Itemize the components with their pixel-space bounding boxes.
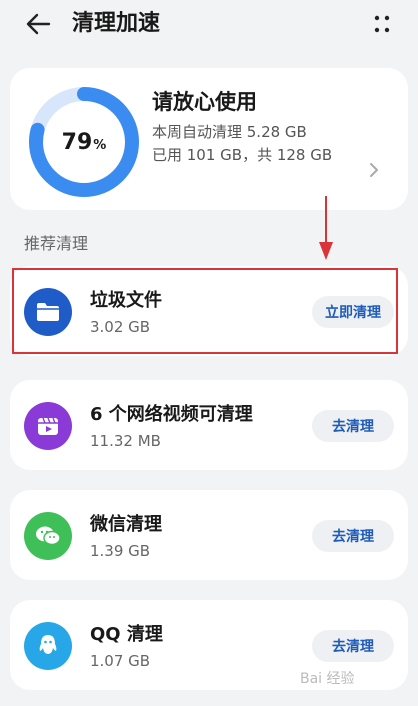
summary-title: 请放心使用 <box>152 90 257 114</box>
list-item-junk-files[interactable]: 垃圾文件 3.02 GB 立即清理 <box>10 266 408 356</box>
back-button[interactable] <box>20 8 56 40</box>
item-size: 1.39 GB <box>90 542 151 560</box>
item-size: 1.07 GB <box>90 652 151 670</box>
list-item-wechat[interactable]: 微信清理 1.39 GB 去清理 <box>10 490 408 580</box>
storage-summary-card[interactable]: 79% 请放心使用 本周自动清理 5.28 GB 已用 101 GB，共 128… <box>10 68 408 210</box>
watermark: Bai 经验 <box>300 671 355 687</box>
item-title: 垃圾文件 <box>90 290 162 311</box>
item-title: QQ 清理 <box>90 624 163 645</box>
storage-gauge: 79% <box>26 84 142 200</box>
gauge-percent-value: 79 <box>61 129 93 155</box>
item-title: 微信清理 <box>90 514 162 535</box>
more-button[interactable] <box>364 8 400 40</box>
gauge-percent: 79% <box>26 84 142 200</box>
storage-used-text: 已用 101 GB，共 128 GB <box>152 146 333 164</box>
weekly-cleaned-text: 本周自动清理 5.28 GB <box>152 123 307 141</box>
go-clean-button[interactable]: 去清理 <box>312 410 394 442</box>
page-title: 清理加速 <box>72 11 161 36</box>
clean-now-button[interactable]: 立即清理 <box>312 296 394 328</box>
item-size: 3.02 GB <box>90 318 151 336</box>
chevron-right-icon <box>370 163 378 177</box>
go-clean-button[interactable]: 去清理 <box>312 520 394 552</box>
list-item-web-videos[interactable]: 6 个网络视频可清理 11.32 MB 去清理 <box>10 380 408 470</box>
item-title: 6 个网络视频可清理 <box>90 404 253 425</box>
more-dots-icon <box>374 15 390 33</box>
section-title: 推荐清理 <box>24 234 89 253</box>
arrow-left-icon <box>26 13 51 35</box>
item-size: 11.32 MB <box>90 432 161 450</box>
header: 清理加速 <box>0 0 418 52</box>
go-clean-button[interactable]: 去清理 <box>312 630 394 662</box>
gauge-percent-sign: % <box>93 137 107 153</box>
folder-icon <box>24 288 72 336</box>
wechat-icon <box>24 512 72 560</box>
qq-icon <box>24 622 72 670</box>
video-icon <box>24 402 72 450</box>
annotation-arrow <box>319 196 333 260</box>
